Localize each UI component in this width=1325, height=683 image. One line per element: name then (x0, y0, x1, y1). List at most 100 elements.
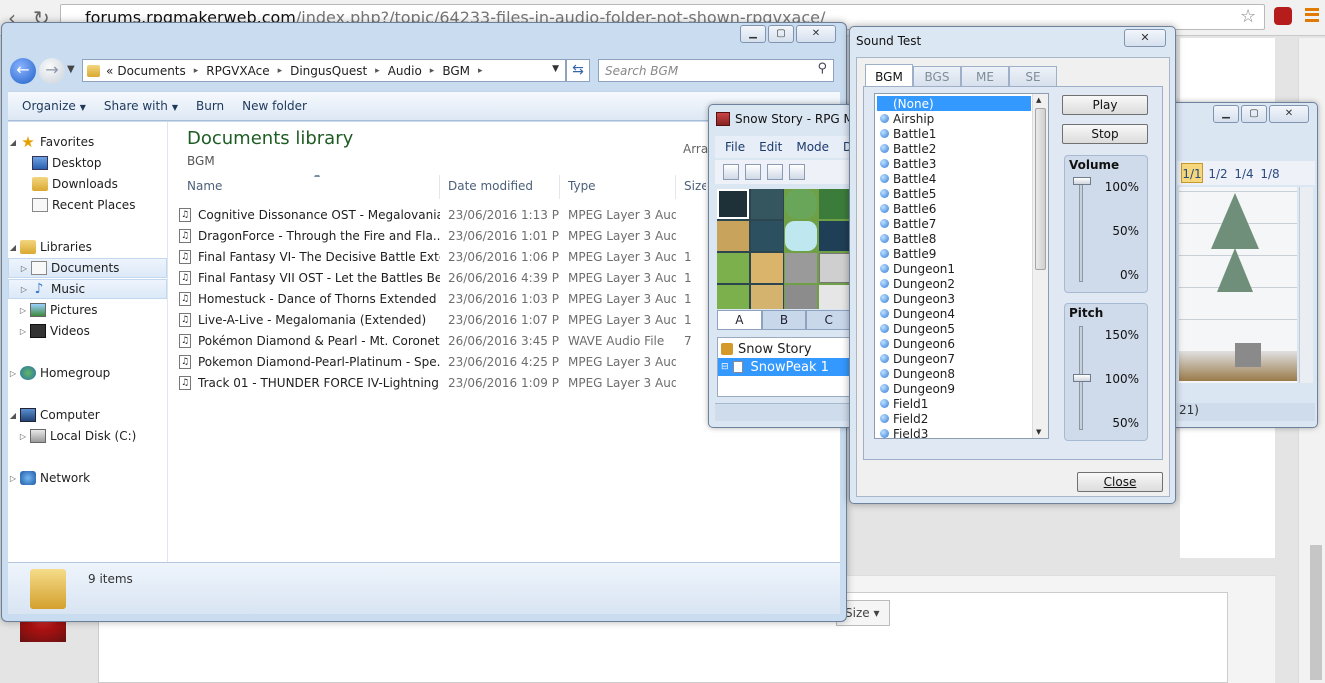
tab-me[interactable]: ME (961, 66, 1009, 86)
bookmark-star-icon[interactable]: ☆ (1240, 6, 1256, 27)
nav-local-disk[interactable]: ▷ Local Disk (C:) (8, 426, 167, 446)
bgm-scroll-thumb[interactable] (1035, 108, 1046, 270)
breadcrumb-rpgvxace[interactable]: RPGVXAce (206, 64, 269, 78)
tile[interactable] (785, 285, 817, 309)
tile[interactable] (819, 285, 851, 309)
close-button[interactable]: ✕ (1269, 105, 1309, 123)
list-item[interactable]: Dungeon3 (877, 291, 1031, 306)
column-size[interactable]: Size (676, 175, 706, 199)
map-scrollbar[interactable] (1299, 187, 1313, 383)
tile[interactable] (819, 253, 851, 283)
tile[interactable] (751, 285, 783, 309)
list-item[interactable]: Dungeon4 (877, 306, 1031, 321)
list-item[interactable]: Battle5 (877, 186, 1031, 201)
new-folder-button[interactable]: New folder (242, 99, 307, 113)
search-icon[interactable]: ⚲ (817, 61, 827, 76)
nav-pictures[interactable]: ▷ Pictures (8, 300, 167, 320)
chevron-right-icon[interactable]: ▸ (375, 66, 380, 76)
tab-bgs[interactable]: BGS (913, 66, 961, 86)
play-button[interactable]: Play (1062, 95, 1148, 115)
list-item[interactable]: Dungeon8 (877, 366, 1031, 381)
column-name[interactable]: Name▲ (179, 175, 440, 199)
bgm-list[interactable]: (None) Airship Battle1 Battle2 Battle3 Battle… (874, 93, 1049, 439)
zoom-1-4-button[interactable]: 1/4 (1233, 163, 1255, 183)
search-input[interactable]: Search BGM ⚲ (598, 59, 834, 82)
tile[interactable] (785, 253, 817, 283)
nav-favorites[interactable]: ◢ ★ Favorites (8, 132, 167, 152)
minimize-button[interactable]: ▁ (1213, 105, 1239, 123)
list-item[interactable]: Dungeon5 (877, 321, 1031, 336)
organize-button[interactable]: Organize ▼ (22, 99, 86, 113)
tile[interactable] (819, 221, 851, 251)
bgm-list-scrollbar[interactable]: ▲ ▼ (1032, 94, 1048, 438)
list-item[interactable]: Dungeon7 (877, 351, 1031, 366)
tree-item-map[interactable]: ⊟ SnowPeak 1 (718, 358, 852, 376)
column-type[interactable]: Type (560, 175, 676, 199)
burn-button[interactable]: Burn (196, 99, 224, 113)
zoom-1-8-button[interactable]: 1/8 (1259, 163, 1281, 183)
tab-se[interactable]: SE (1009, 66, 1057, 86)
close-button[interactable]: ✕ (796, 25, 836, 43)
nav-recent-places[interactable]: Recent Places (8, 195, 167, 215)
list-item[interactable]: Dungeon2 (877, 276, 1031, 291)
save-project-icon[interactable] (767, 164, 783, 180)
breadcrumb[interactable]: « Documents ▸ RPGVXAce ▸ DingusQuest ▸ Audi… (82, 59, 566, 82)
menu-edit[interactable]: Edit (759, 140, 782, 154)
tile[interactable] (751, 189, 783, 219)
open-project-icon[interactable] (745, 164, 761, 180)
list-item[interactable]: Battle6 (877, 201, 1031, 216)
list-item[interactable]: Field1 (877, 396, 1031, 411)
chevron-right-icon[interactable]: ▸ (278, 66, 283, 76)
list-item[interactable]: Field3 (877, 426, 1031, 438)
menu-mode[interactable]: Mode (796, 140, 829, 154)
scroll-down-icon[interactable]: ▼ (1036, 428, 1041, 436)
nav-libraries[interactable]: ◢ Libraries (8, 237, 167, 257)
list-item[interactable]: Battle4 (877, 171, 1031, 186)
back-button[interactable]: ← (10, 58, 36, 84)
breadcrumb-bgm[interactable]: BGM (442, 64, 470, 78)
collapse-icon[interactable]: ⊟ (721, 362, 729, 372)
volume-slider-thumb[interactable] (1073, 177, 1091, 186)
list-item[interactable]: Battle8 (877, 231, 1031, 246)
nav-desktop[interactable]: Desktop (8, 153, 167, 173)
chevron-right-icon[interactable]: ▸ (194, 66, 199, 76)
maximize-button[interactable]: ▢ (1241, 105, 1267, 123)
pitch-slider-thumb[interactable] (1073, 374, 1091, 382)
list-item[interactable]: Airship (877, 111, 1031, 126)
breadcrumb-overflow[interactable]: « (106, 64, 113, 78)
tile[interactable] (717, 285, 749, 309)
tab-tileset-c[interactable]: C (806, 310, 852, 330)
tile[interactable] (717, 253, 749, 283)
refresh-button[interactable]: ⇆ (566, 59, 590, 82)
nav-documents[interactable]: ▷ Documents (8, 258, 167, 278)
tile[interactable] (751, 253, 783, 283)
cut-icon[interactable] (789, 164, 805, 180)
zoom-1-2-button[interactable]: 1/2 (1207, 163, 1229, 183)
tile[interactable] (751, 221, 783, 251)
tab-bgm[interactable]: BGM (865, 64, 913, 86)
list-item[interactable]: Battle7 (877, 216, 1031, 231)
tile[interactable] (819, 189, 851, 219)
nav-computer[interactable]: ◢ Computer (8, 405, 167, 425)
nav-network[interactable]: ▷ Network (8, 468, 167, 488)
list-item[interactable]: Dungeon1 (877, 261, 1031, 276)
breadcrumb-documents[interactable]: Documents (117, 64, 185, 78)
share-with-button[interactable]: Share with ▼ (104, 99, 178, 113)
list-item[interactable]: Battle2 (877, 141, 1031, 156)
menu-file[interactable]: File (725, 140, 745, 154)
new-project-icon[interactable] (723, 164, 739, 180)
tree-item-project[interactable]: Snow Story (718, 340, 852, 358)
chevron-right-icon[interactable]: ▸ (478, 66, 483, 76)
list-item[interactable]: Dungeon9 (877, 381, 1031, 396)
breadcrumb-audio[interactable]: Audio (388, 64, 422, 78)
zoom-1-1-button[interactable]: 1/1 (1181, 163, 1203, 183)
nav-downloads[interactable]: Downloads (8, 174, 167, 194)
nav-music[interactable]: ▷ ♪ Music (8, 279, 167, 299)
nav-videos[interactable]: ▷ Videos (8, 321, 167, 341)
list-item[interactable]: Battle9 (877, 246, 1031, 261)
scroll-up-icon[interactable]: ▲ (1036, 96, 1041, 104)
history-dropdown-icon[interactable]: ▼ (67, 64, 75, 75)
chevron-right-icon[interactable]: ▸ (430, 66, 435, 76)
list-item[interactable]: (None) (877, 96, 1031, 111)
column-date-modified[interactable]: Date modified (440, 175, 560, 199)
